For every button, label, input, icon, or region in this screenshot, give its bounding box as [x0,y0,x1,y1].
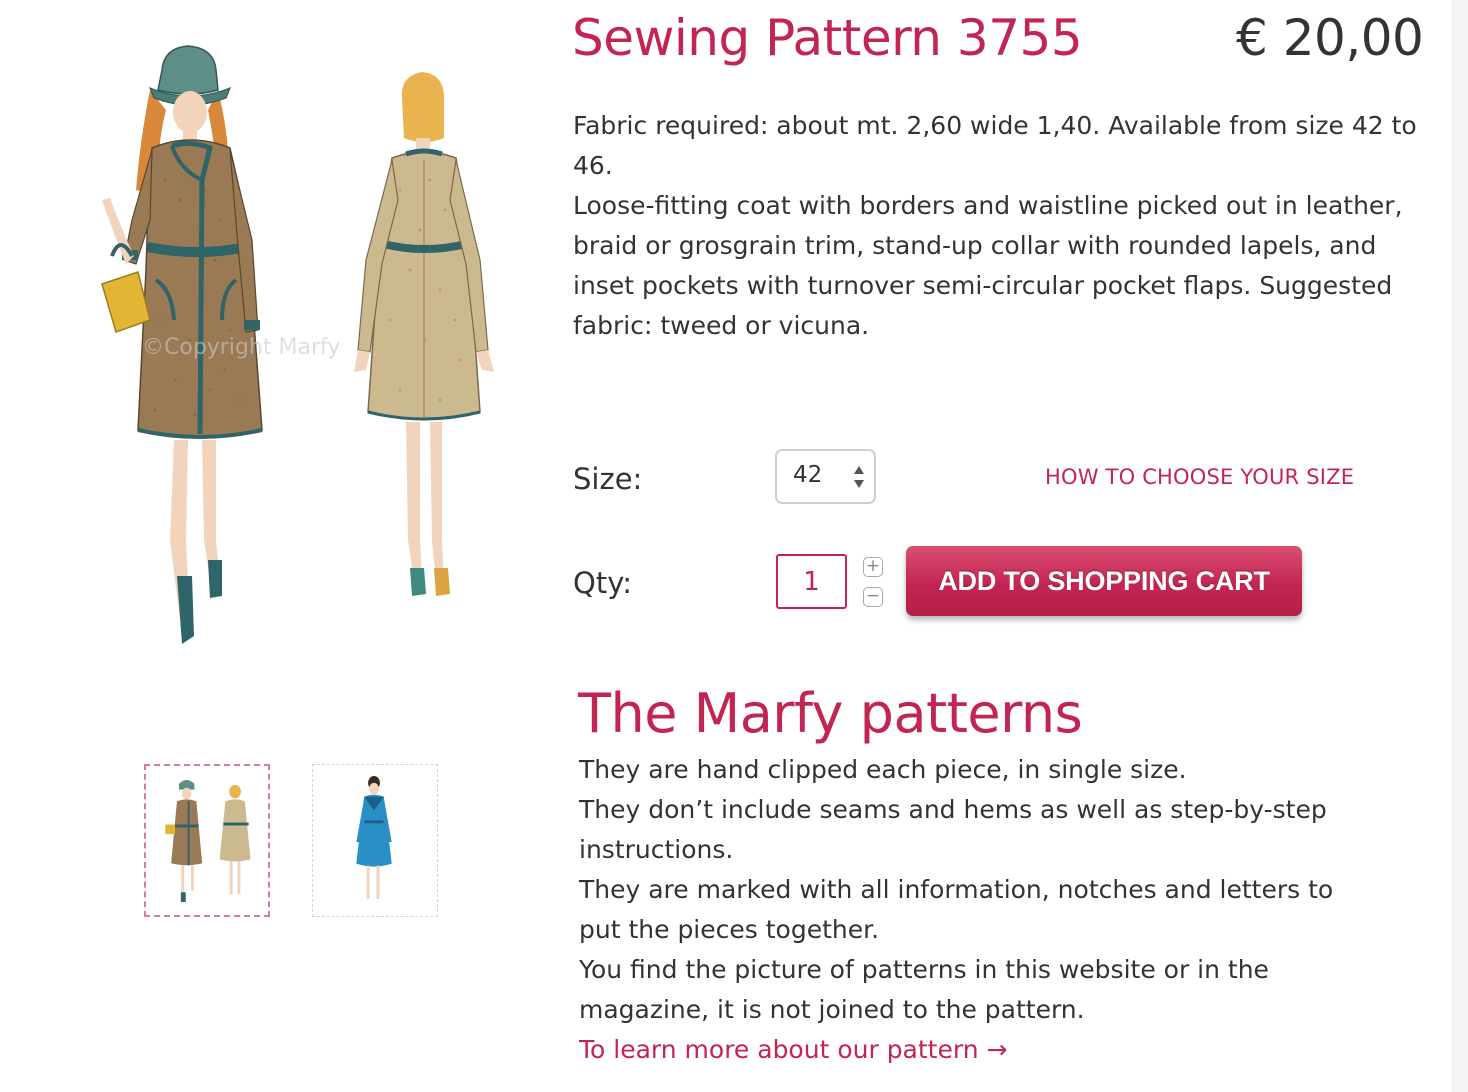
qty-decrease-button[interactable]: − [863,587,883,607]
coat-illustration: ©Copyright Marfy [101,45,494,644]
page-scrollbar-gutter [1452,0,1468,1092]
qty-input[interactable] [776,554,847,609]
fabric-requirement-text: Fabric required: about mt. 2,60 wide 1,4… [573,111,1417,180]
product-price: € 20,00 [1236,9,1424,67]
size-selected-value: 42 [793,462,823,488]
qty-label: Qty: [573,566,633,600]
marfy-paragraph: You find the picture of patterns in this… [579,955,1269,1024]
size-label: Size: [573,462,643,496]
thumbnail-image [165,779,251,902]
marfy-patterns-text: They are hand clipped each piece, in sin… [579,750,1339,1030]
coat-description-text: Loose-fitting coat with borders and wais… [573,191,1403,340]
learn-more-link[interactable]: To learn more about our pattern → [579,1030,1007,1070]
size-select[interactable]: 42 [775,449,876,504]
marfy-patterns-heading: The Marfy patterns [578,682,1083,745]
marfy-paragraph: They are hand clipped each piece, in sin… [579,755,1187,784]
svg-text:©Copyright Marfy: ©Copyright Marfy [142,335,340,360]
product-description: Fabric required: about mt. 2,60 wide 1,4… [573,106,1428,346]
thumbnail-coat-front-back[interactable] [144,764,270,917]
marfy-paragraph: They are marked with all information, no… [579,875,1334,944]
thumbnail-blue-coat[interactable] [312,764,438,917]
add-to-cart-button[interactable]: ADD TO SHOPPING CART [906,546,1302,616]
product-title: Sewing Pattern 3755 [572,9,1083,67]
qty-increase-button[interactable]: + [863,557,883,577]
thumbnail-image [356,776,392,900]
select-arrows-icon [854,466,864,488]
size-guide-link[interactable]: HOW TO CHOOSE YOUR SIZE [1045,465,1354,489]
marfy-paragraph: They don’t include seams and hems as wel… [579,795,1327,864]
product-main-image[interactable]: ©Copyright Marfy [40,20,555,660]
